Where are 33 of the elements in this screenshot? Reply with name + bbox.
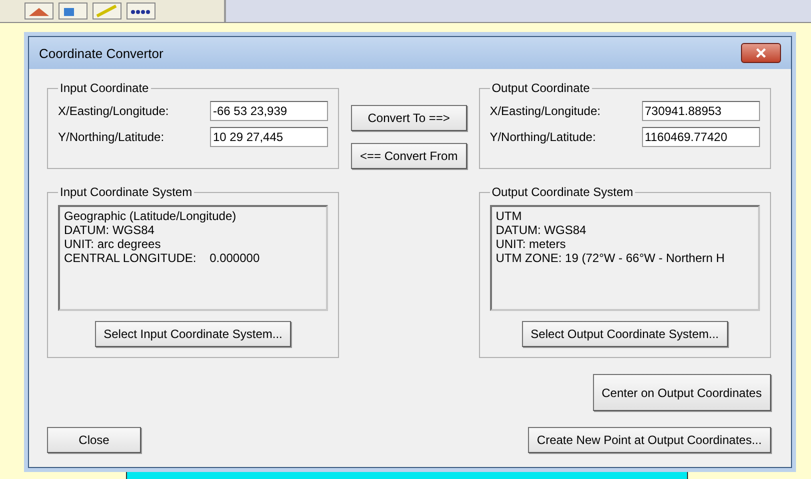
info-line: DATUM: WGS84 <box>496 223 588 237</box>
info-line: DATUM: WGS84 <box>64 223 156 237</box>
close-icon <box>756 48 766 58</box>
convert-button[interactable]: Convert To ==> <box>351 105 467 131</box>
input-field[interactable]: 730941.88953 <box>642 101 760 121</box>
info-line: UTM <box>496 209 523 223</box>
select-system-button[interactable]: Select Input Coordinate System... <box>94 321 292 347</box>
dots-icon[interactable] <box>126 2 156 20</box>
toolbar-tool-icon[interactable] <box>24 2 54 20</box>
toolbar-tool-icon[interactable] <box>58 2 88 20</box>
create-point-button[interactable]: Create New Point at Output Coordinates... <box>528 427 771 453</box>
info-line: UTM ZONE: 19 (72°W - 66°W - Northern H <box>496 251 726 265</box>
field-label: X/Easting/Longitude: <box>58 104 169 118</box>
select-system-button[interactable]: Select Output Coordinate System... <box>522 321 728 347</box>
info-line: UNIT: arc degrees <box>64 237 162 251</box>
group-title: Input Coordinate System <box>59 185 194 199</box>
info-line: Geographic (Latitude/Longitude) <box>64 209 238 223</box>
field-label: Y/Northing/Latitude: <box>58 130 164 144</box>
info-line: CENTRAL LONGITUDE: 0.000000 <box>64 251 261 265</box>
group-title: Output Coordinate System <box>490 185 634 199</box>
group-title: Output Coordinate <box>490 81 591 95</box>
close-button[interactable] <box>741 43 781 63</box>
input-field[interactable]: 1160469.77420 <box>642 127 760 147</box>
input-field[interactable]: -66 53 23,939 <box>210 101 328 121</box>
field-label: X/Easting/Longitude: <box>490 104 600 118</box>
info-line: UNIT: meters <box>496 237 567 251</box>
field-label: Y/Northing/Latitude: <box>490 130 596 144</box>
convert-button[interactable]: <== Convert From <box>351 143 467 169</box>
group-title: Input Coordinate <box>59 81 150 95</box>
center-button[interactable]: Center on Output Coordinates <box>592 374 771 411</box>
window-title: Coordinate Convertor <box>39 46 164 60</box>
input-field[interactable]: 10 29 27,445 <box>210 127 328 147</box>
close-dialog-button[interactable]: Close <box>47 427 141 453</box>
